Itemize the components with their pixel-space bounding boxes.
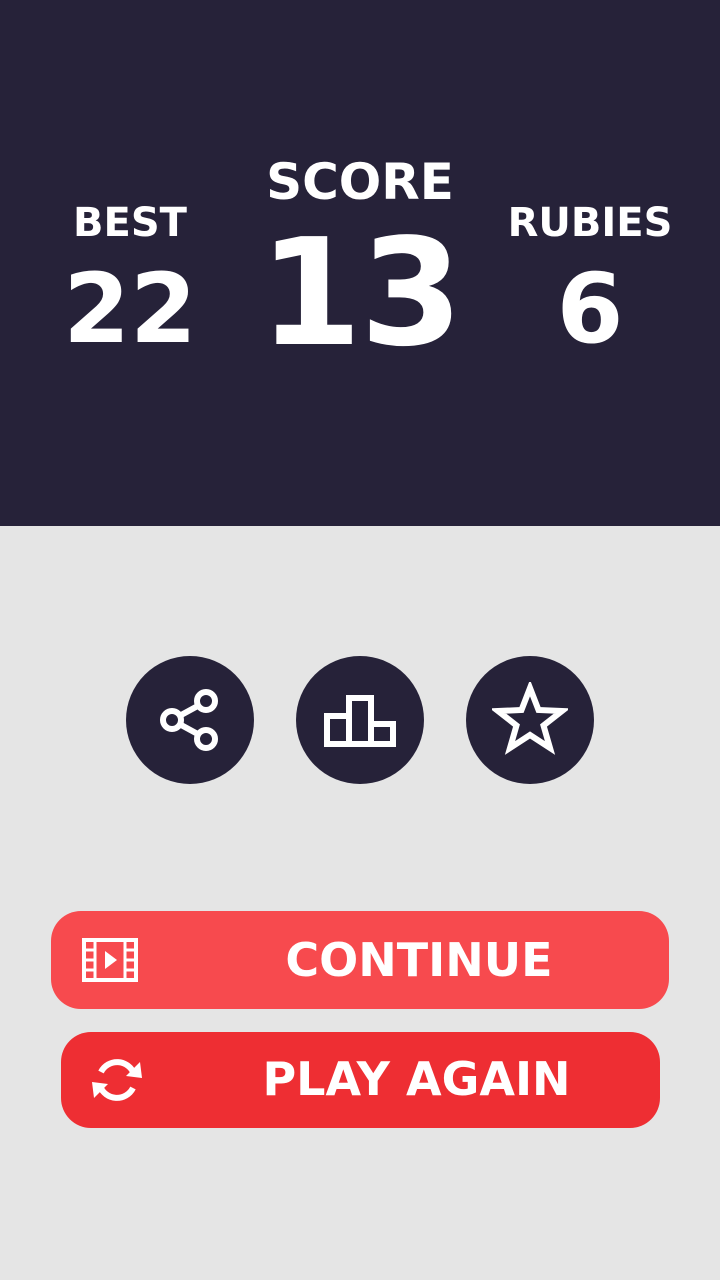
rubies-value: 6	[556, 253, 624, 365]
best-value: 22	[63, 253, 197, 365]
podium-icon	[324, 695, 396, 747]
play-again-label: PLAY AGAIN	[262, 1052, 571, 1106]
leaderboard-button[interactable]	[296, 656, 424, 784]
continue-label: CONTINUE	[285, 933, 553, 987]
best-label: BEST	[73, 200, 187, 246]
score-value: 13	[259, 207, 463, 379]
best-stat: BEST 22	[30, 203, 230, 357]
continue-button[interactable]: CONTINUE	[51, 911, 669, 1009]
share-button[interactable]	[126, 656, 254, 784]
score-stat: SCORE 13	[220, 157, 500, 367]
rate-button[interactable]	[466, 656, 594, 784]
play-again-button[interactable]: PLAY AGAIN	[61, 1032, 660, 1128]
rubies-stat: RUBIES 6	[490, 203, 690, 357]
score-panel: BEST 22 SCORE 13 RUBIES 6	[0, 0, 720, 526]
share-icon	[160, 689, 218, 751]
rubies-label: RUBIES	[507, 200, 673, 246]
star-icon	[492, 682, 568, 755]
score-label: SCORE	[266, 153, 454, 211]
